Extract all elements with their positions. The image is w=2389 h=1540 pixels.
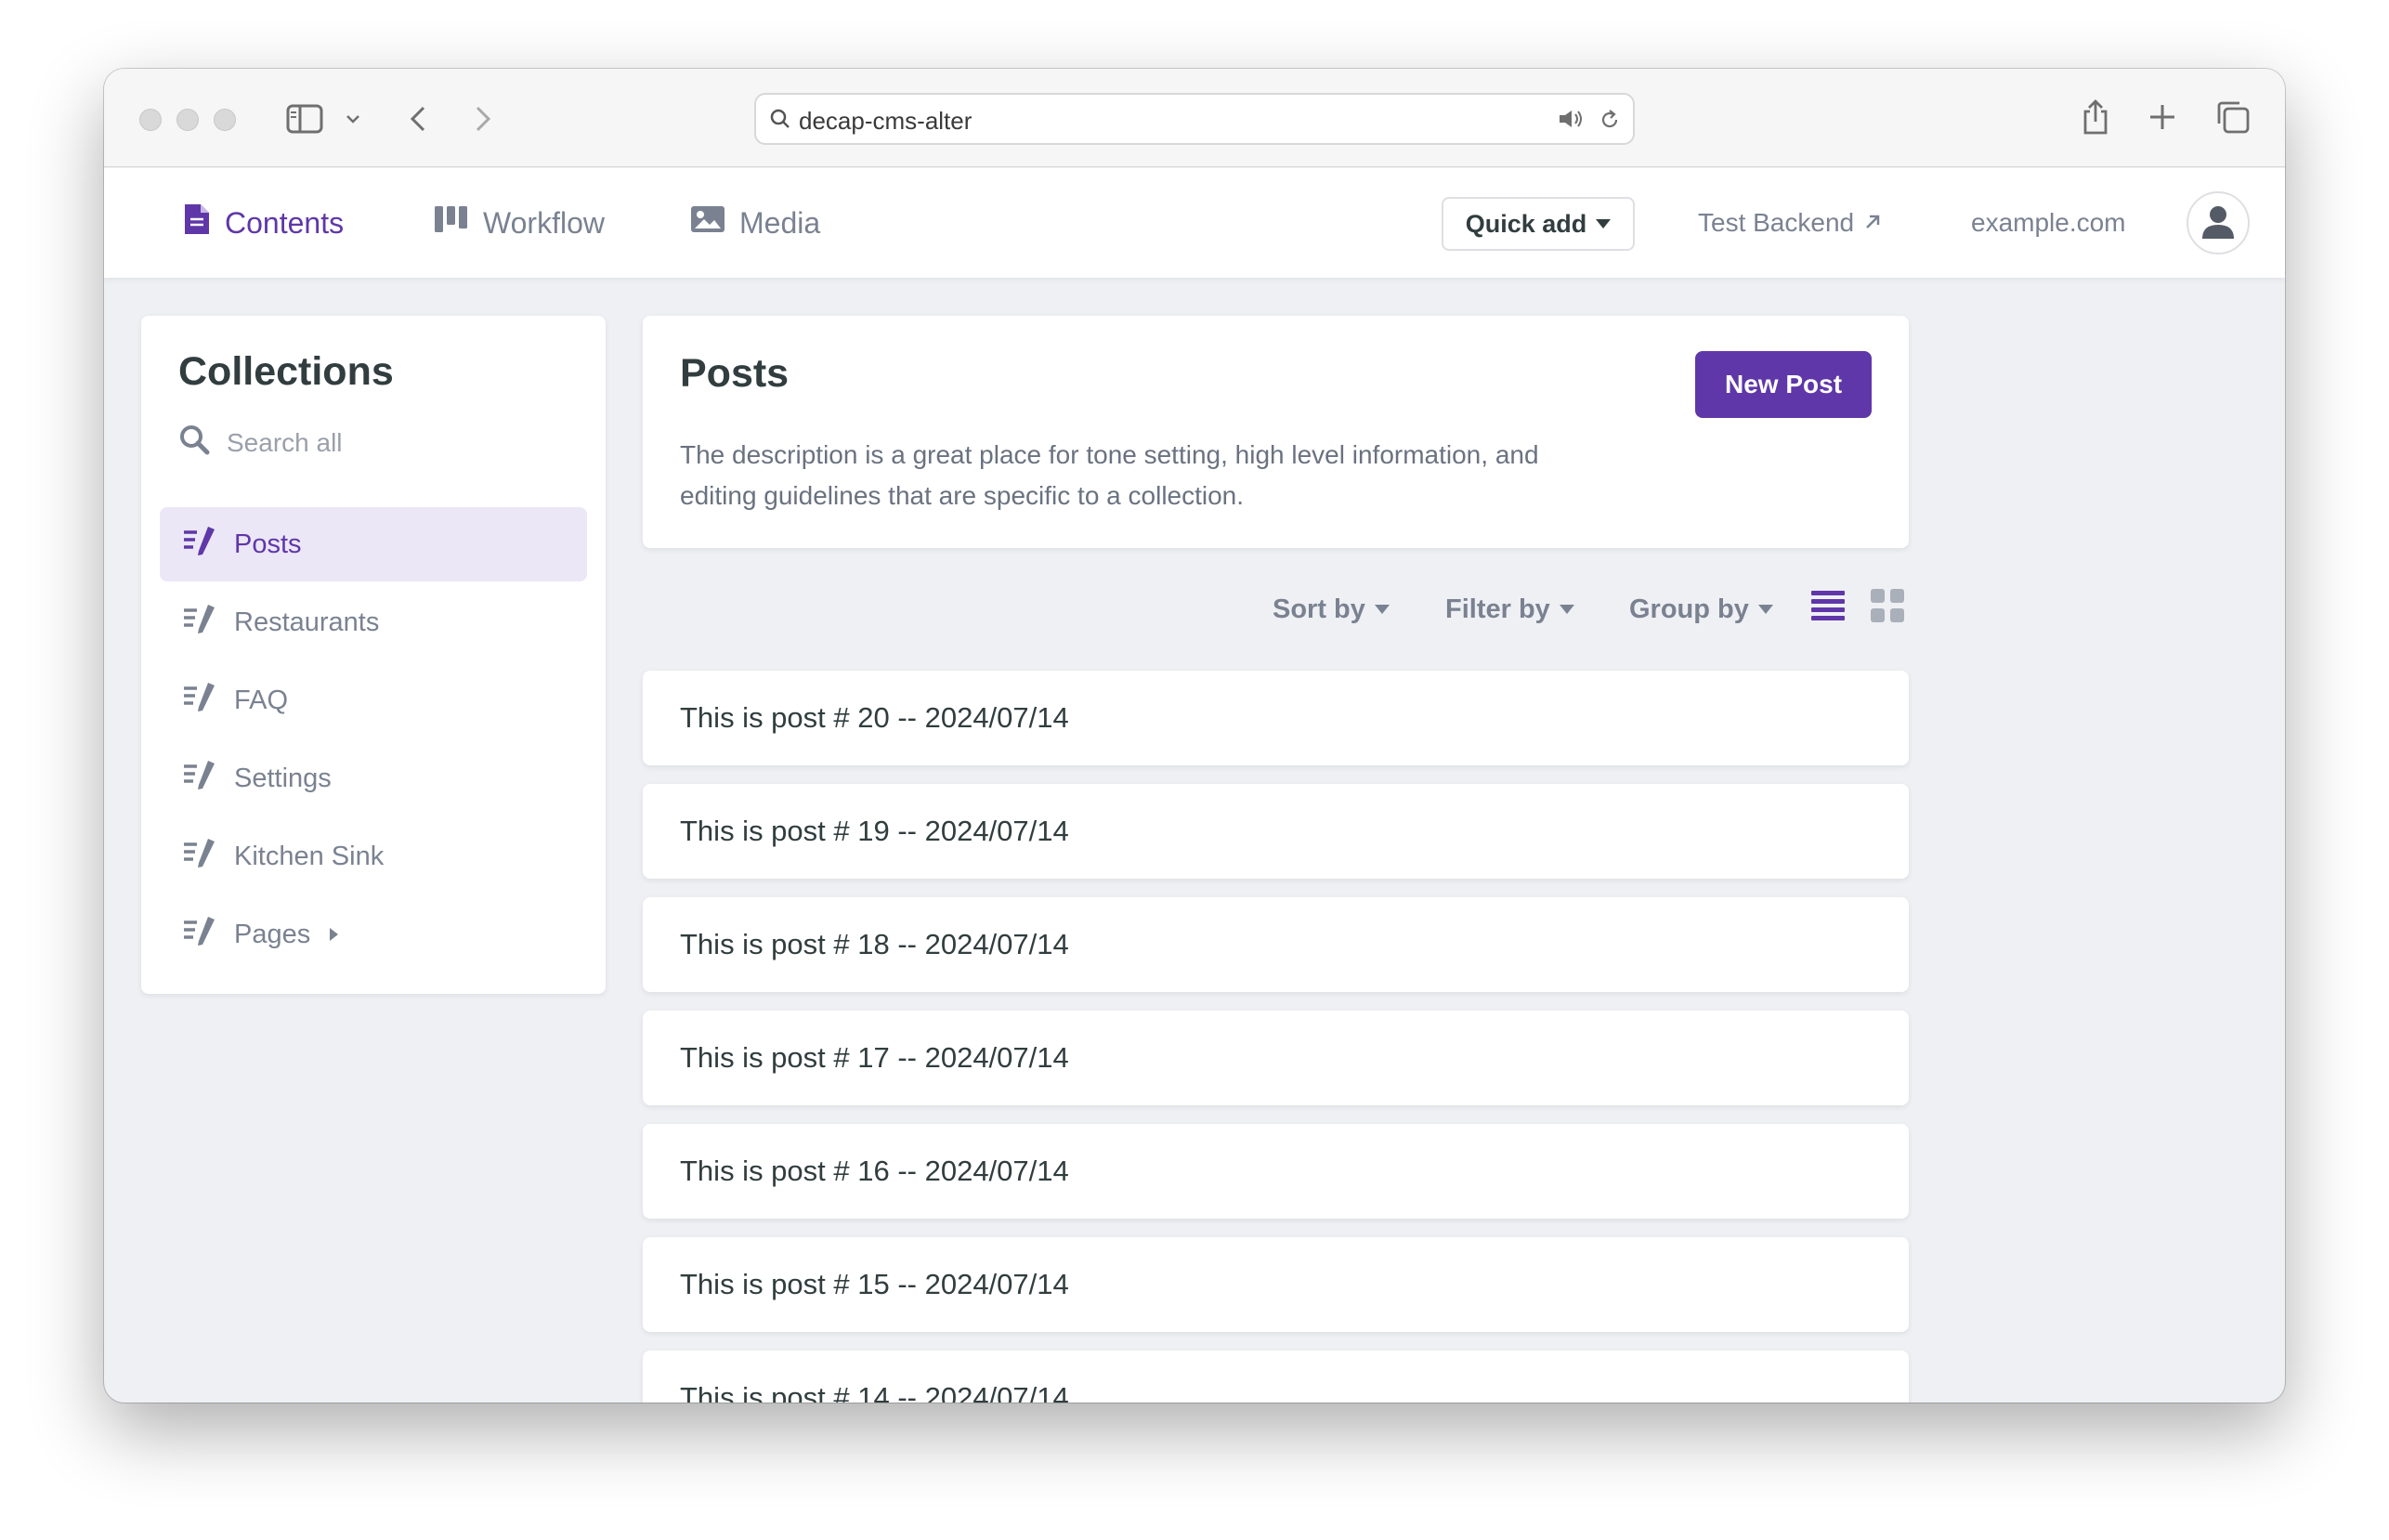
group-by-label: Group by bbox=[1629, 594, 1749, 624]
chevron-down-icon[interactable] bbox=[344, 110, 362, 128]
search-all-input[interactable]: Search all bbox=[178, 424, 343, 462]
share-icon[interactable] bbox=[2079, 97, 2112, 137]
app-header: Contents Workflow Media Quick add Test B… bbox=[104, 168, 2285, 278]
sidebar-item-restaurants[interactable]: Restaurants bbox=[160, 585, 587, 659]
external-link-arrow-icon bbox=[1863, 208, 1882, 238]
entry-card[interactable]: This is post # 14 -- 2024/07/14 bbox=[643, 1351, 1909, 1403]
sidebar-item-label: Settings bbox=[234, 763, 332, 793]
test-backend-link[interactable]: Test Backend bbox=[1698, 168, 1882, 278]
sidebar-item-faq[interactable]: FAQ bbox=[160, 663, 587, 737]
new-post-button[interactable]: New Post bbox=[1695, 351, 1872, 418]
test-backend-label: Test Backend bbox=[1698, 208, 1855, 237]
collection-edit-icon bbox=[182, 915, 217, 954]
list-view-icon bbox=[1810, 588, 1846, 628]
entry-card[interactable]: This is post # 16 -- 2024/07/14 bbox=[643, 1124, 1909, 1219]
nav-contents[interactable]: Contents bbox=[182, 168, 344, 278]
sort-by-label: Sort by bbox=[1273, 594, 1365, 624]
nav-media[interactable]: Media bbox=[689, 168, 820, 278]
document-icon bbox=[182, 202, 212, 244]
quick-add-button[interactable]: Quick add bbox=[1442, 197, 1635, 251]
sidebar-item-label: Posts bbox=[234, 529, 302, 559]
filter-by-dropdown[interactable]: Filter by bbox=[1445, 581, 1574, 637]
nav-workflow[interactable]: Workflow bbox=[433, 168, 605, 278]
search-icon bbox=[769, 108, 791, 130]
collection-edit-icon bbox=[182, 759, 217, 798]
collections-sidebar: Collections Search all Posts Restaurants… bbox=[141, 316, 606, 994]
entry-card[interactable]: This is post # 19 -- 2024/07/14 bbox=[643, 784, 1909, 879]
sidebar-item-settings[interactable]: Settings bbox=[160, 741, 587, 816]
sidebar-item-posts[interactable]: Posts bbox=[160, 507, 587, 581]
caret-down-icon bbox=[1596, 219, 1612, 228]
collection-edit-icon bbox=[182, 837, 217, 876]
sidebar-item-label: FAQ bbox=[234, 685, 289, 715]
collection-edit-icon bbox=[182, 681, 217, 720]
nav-media-label: Media bbox=[739, 205, 821, 240]
sidebar-item-label: Restaurants bbox=[234, 607, 380, 637]
sidebar-item-label: Pages bbox=[234, 919, 311, 949]
sidebar-toggle-icon[interactable] bbox=[284, 102, 325, 136]
user-avatar-icon bbox=[2197, 200, 2239, 247]
entry-card[interactable]: This is post # 18 -- 2024/07/14 bbox=[643, 897, 1909, 992]
address-bar[interactable]: decap-cms-alter bbox=[754, 93, 1635, 145]
grid-view-icon bbox=[1870, 588, 1905, 628]
nav-contents-label: Contents bbox=[225, 205, 345, 240]
speaker-icon[interactable] bbox=[1557, 108, 1585, 130]
collection-description: The description is a great place for ton… bbox=[680, 440, 1539, 510]
caret-down-icon bbox=[1757, 605, 1773, 614]
caret-right-icon[interactable] bbox=[327, 920, 340, 950]
browser-toolbar: decap-cms-alter bbox=[104, 69, 2285, 167]
caret-down-icon bbox=[1374, 605, 1390, 614]
zoom-window-button[interactable] bbox=[214, 109, 236, 131]
sort-by-dropdown[interactable]: Sort by bbox=[1273, 581, 1390, 637]
back-arrow-icon[interactable] bbox=[403, 102, 433, 136]
user-avatar-button[interactable] bbox=[2187, 191, 2250, 254]
tab-overview-icon[interactable] bbox=[2214, 98, 2252, 136]
site-link-label: example.com bbox=[1971, 208, 2126, 237]
grid-view-button[interactable] bbox=[1867, 587, 1908, 628]
sidebar-title: Collections bbox=[178, 349, 394, 394]
forward-arrow-icon[interactable] bbox=[468, 102, 498, 136]
new-tab-plus-icon[interactable] bbox=[2146, 100, 2179, 134]
collection-title: Posts bbox=[680, 351, 790, 396]
collection-edit-icon bbox=[182, 525, 217, 564]
entry-card[interactable]: This is post # 15 -- 2024/07/14 bbox=[643, 1237, 1909, 1332]
minimize-window-button[interactable] bbox=[176, 109, 199, 131]
entry-card[interactable]: This is post # 17 -- 2024/07/14 bbox=[643, 1011, 1909, 1105]
sidebar-item-pages[interactable]: Pages bbox=[160, 897, 587, 972]
quick-add-label: Quick add bbox=[1465, 209, 1587, 238]
group-by-dropdown[interactable]: Group by bbox=[1629, 581, 1773, 637]
close-window-button[interactable] bbox=[139, 109, 162, 131]
workflow-columns-icon bbox=[433, 203, 470, 242]
list-view-button[interactable] bbox=[1808, 587, 1848, 628]
site-link[interactable]: example.com bbox=[1971, 168, 2126, 278]
sidebar-item-kitchen-sink[interactable]: Kitchen Sink bbox=[160, 819, 587, 894]
sidebar-item-label: Kitchen Sink bbox=[234, 841, 385, 871]
caret-down-icon bbox=[1559, 605, 1574, 614]
entry-card[interactable]: This is post # 20 -- 2024/07/14 bbox=[643, 671, 1909, 765]
nav-workflow-label: Workflow bbox=[483, 205, 605, 240]
reload-icon[interactable] bbox=[1598, 108, 1622, 132]
collection-description-card: Posts The description is a great place f… bbox=[643, 316, 1909, 548]
search-icon bbox=[178, 424, 210, 462]
url-text: decap-cms-alter bbox=[799, 107, 973, 135]
collection-edit-icon bbox=[182, 603, 217, 642]
search-placeholder: Search all bbox=[227, 427, 343, 457]
browser-window: decap-cms-alter Contents Workflow Media … bbox=[104, 69, 2285, 1403]
image-icon bbox=[689, 203, 726, 242]
filter-by-label: Filter by bbox=[1445, 594, 1550, 624]
